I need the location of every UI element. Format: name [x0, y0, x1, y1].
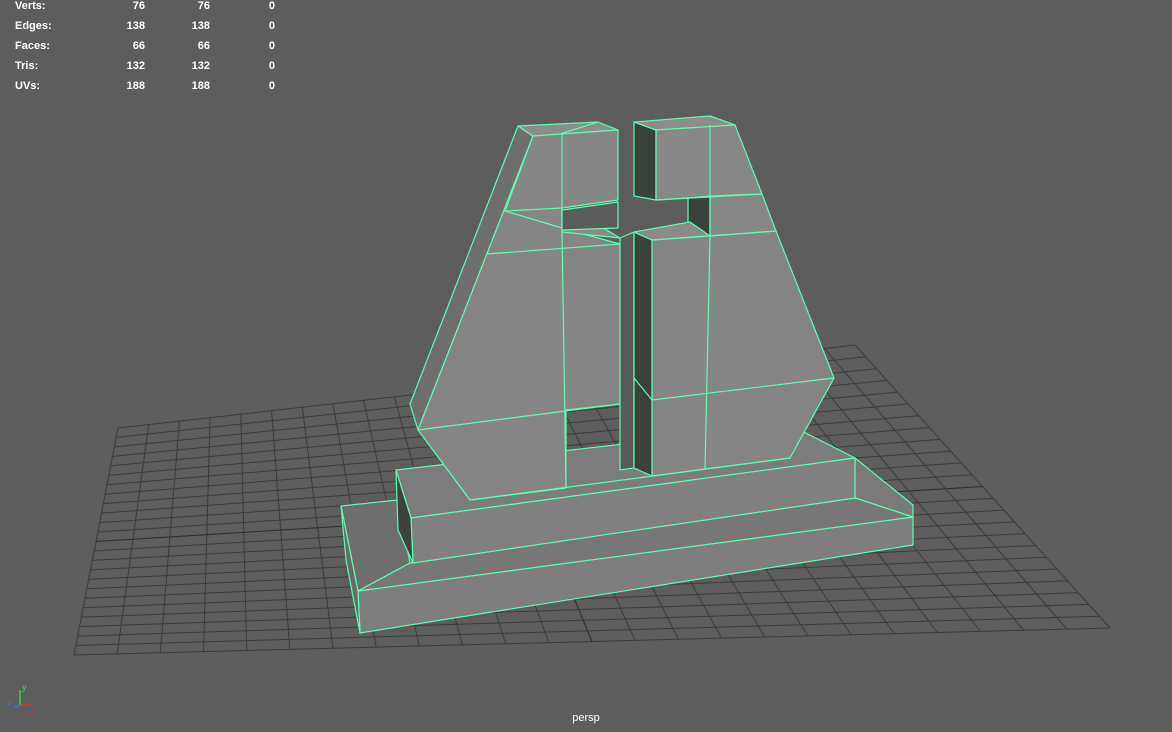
stat-value: 66: [132, 40, 145, 52]
right-slab-upper-face: [709, 193, 777, 237]
right-lower-block-side: [633, 231, 653, 477]
grid-line: [854, 344, 1111, 629]
stat-value: 0: [268, 60, 275, 72]
stat-value: 132: [126, 60, 145, 72]
stat-value: 0: [268, 20, 275, 32]
stat-value: 132: [191, 60, 210, 72]
right-top-block-front: [655, 124, 763, 201]
stat-label: Faces:: [15, 40, 50, 52]
stat-value: 66: [197, 40, 210, 52]
stat-value: 138: [191, 20, 210, 32]
hud-row: Faces: 66 66 0: [15, 40, 275, 60]
axis-z-label: z: [7, 698, 12, 708]
hud-row: Tris: 132 132 0: [15, 60, 275, 80]
right-top-block-side: [633, 121, 657, 201]
axis-y-label: y: [22, 682, 27, 692]
tombstone-mesh[interactable]: [340, 115, 914, 634]
stat-label: Tris:: [15, 60, 39, 72]
stat-label: UVs:: [15, 80, 41, 92]
stat-value: 188: [191, 80, 210, 92]
stat-label: Edges:: [15, 20, 52, 32]
hud-row: Verts: 76 76 0: [15, 0, 275, 20]
stat-value: 188: [126, 80, 145, 92]
hud-row: Edges: 138 138 0: [15, 20, 275, 40]
hud-row: UVs: 188 188 0: [15, 80, 275, 100]
poly-count-hud: Verts: 76 76 0 Edges: 138 138 0 Faces: 66 66 0 Tris:…: [15, 0, 275, 100]
stat-value: 0: [268, 0, 275, 12]
3d-viewport[interactable]: x y z: [0, 0, 1172, 732]
cross-gap-vertical: [619, 231, 635, 471]
camera-name-label: persp: [572, 712, 600, 724]
stat-value: 138: [126, 20, 145, 32]
stat-label: Verts:: [15, 0, 46, 12]
stat-value: 0: [268, 40, 275, 52]
axis-gizmo: x y z: [7, 682, 35, 714]
stat-value: 76: [132, 0, 145, 12]
stat-value: 76: [197, 0, 210, 12]
stat-value: 0: [268, 80, 275, 92]
